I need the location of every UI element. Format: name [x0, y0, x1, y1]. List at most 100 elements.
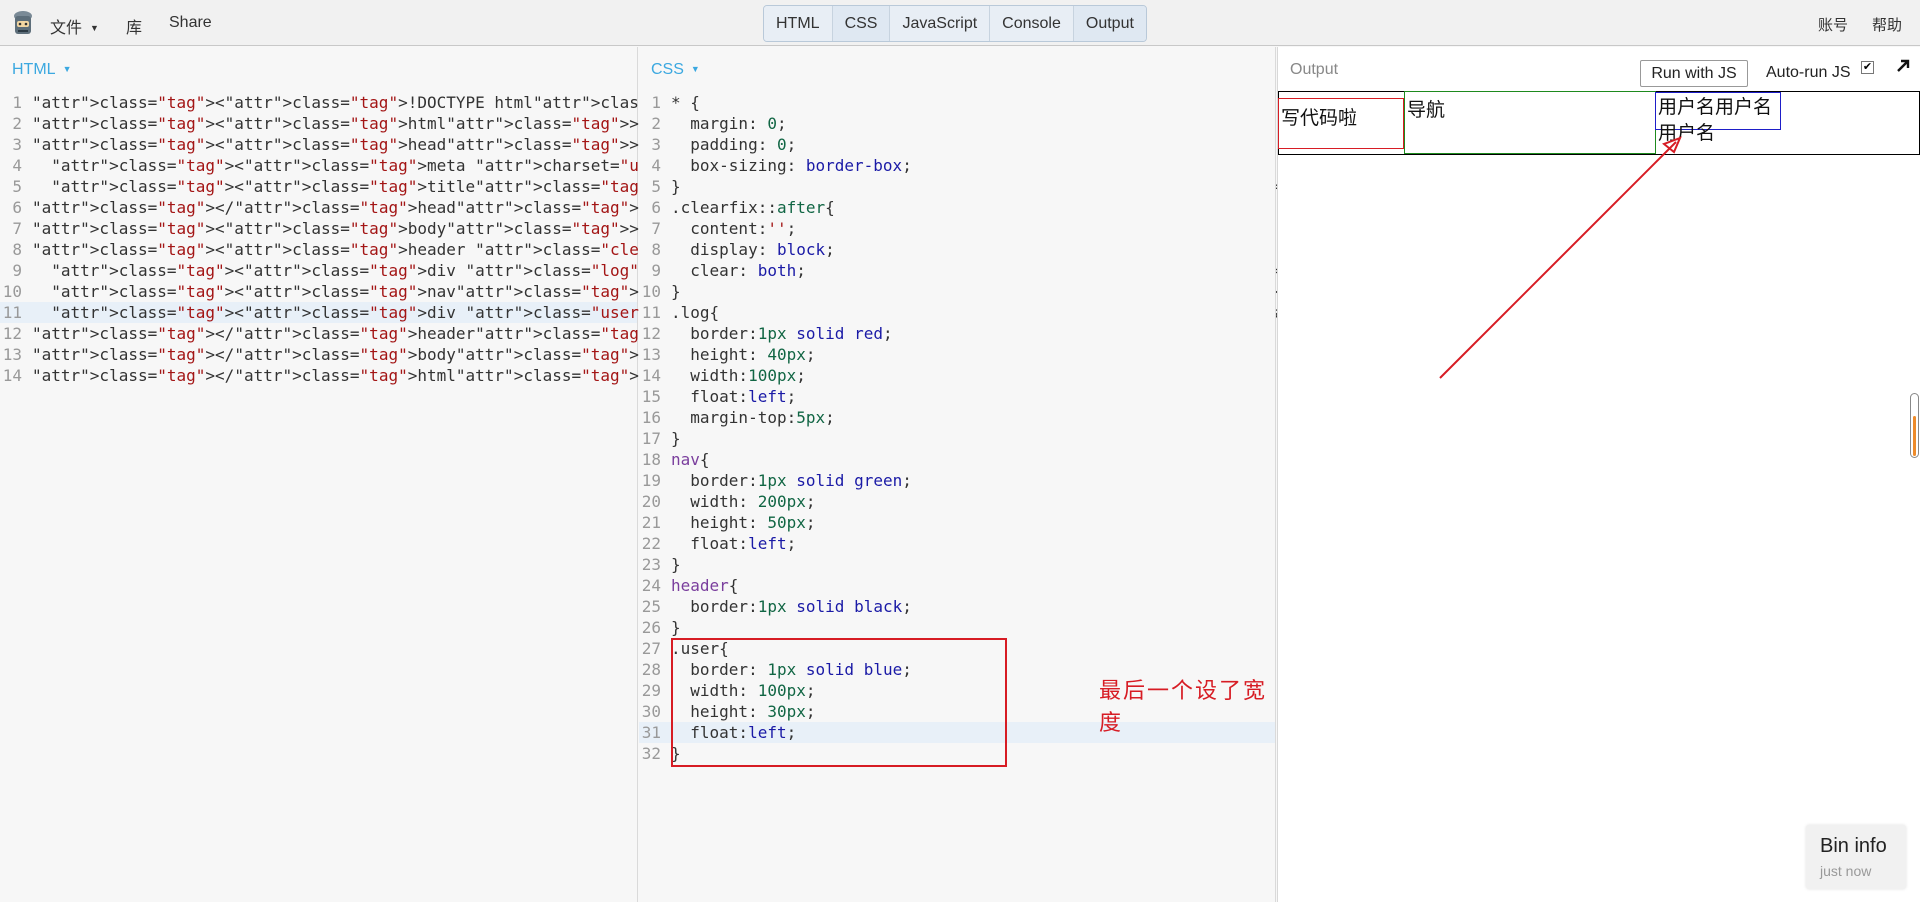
code-text: box-sizing: border-box; — [671, 156, 912, 175]
html-code-line[interactable]: 2 "attr">class="tag"><"attr">class="tag">… — [0, 113, 639, 134]
line-number: 9 — [12, 261, 22, 280]
share-menu[interactable]: Share — [169, 14, 212, 32]
line-number: 32 — [641, 744, 661, 763]
html-code-line[interactable]: 1 "attr">class="tag"><"attr">class="tag">… — [0, 92, 725, 113]
code-text: } — [671, 618, 681, 637]
css-code-line[interactable]: 25 border:1px solid black; — [639, 596, 1275, 617]
scrollbar-indicator — [1913, 416, 1916, 456]
html-code-line[interactable]: 9 "attr">class="tag"><"attr">class="tag"… — [0, 260, 1502, 281]
css-code-line[interactable]: 11 .log{ — [639, 302, 1275, 323]
line-number: 31 — [641, 723, 661, 742]
html-code-line[interactable]: 12 "attr">class="tag"></"attr">class="tag… — [0, 323, 668, 344]
css-code-line[interactable]: 8 display: block; — [639, 239, 1275, 260]
css-code-line[interactable]: 18 nav{ — [639, 449, 1275, 470]
bin-info-subtitle: just now — [1820, 863, 1872, 879]
css-code-line[interactable]: 26} — [639, 617, 1275, 638]
css-code-line[interactable]: 9 clear: both; — [639, 260, 1275, 281]
jsbin-logo-icon[interactable] — [12, 10, 34, 38]
css-code-line[interactable]: 6 .clearfix::after{ — [639, 197, 1275, 218]
tab-html[interactable]: HTML — [764, 6, 833, 41]
line-number: 24 — [641, 576, 661, 595]
css-code-line[interactable]: 16 margin-top:5px; — [639, 407, 1275, 428]
css-code-line[interactable]: 15 float:left; — [639, 386, 1275, 407]
html-code-line[interactable]: 4 "attr">class="tag"><"attr">class="tag"… — [0, 155, 879, 176]
css-code-line[interactable]: 7 content:''; — [639, 218, 1275, 239]
html-code-line[interactable]: 13 "attr">class="tag"></"attr">class="tag… — [0, 344, 649, 365]
html-panel-label[interactable]: HTML ▼ — [12, 61, 71, 79]
code-text: height: 50px; — [671, 513, 816, 532]
help-menu[interactable]: 帮助 — [1872, 14, 1902, 35]
scrollbar-thumb[interactable] — [1910, 393, 1919, 458]
line-number: 26 — [641, 618, 661, 637]
tab-output[interactable]: Output — [1073, 6, 1146, 41]
code-text: content:''; — [671, 219, 797, 238]
css-code-line[interactable]: 23} — [639, 554, 1275, 575]
css-code-line[interactable]: 17} — [639, 428, 1275, 449]
css-code-line[interactable]: 12 border:1px solid red; — [639, 323, 1275, 344]
html-panel: HTML ▼ 1 "attr">class="tag"><"attr">class=… — [0, 47, 1592, 902]
css-code-line[interactable]: 13 height: 40px; — [639, 344, 1275, 365]
css-code-line[interactable]: 22 float:left; — [639, 533, 1275, 554]
css-code-line[interactable]: 21 height: 50px; — [639, 512, 1275, 533]
css-code-line[interactable]: 14 width:100px; — [639, 365, 1275, 386]
code-text: padding: 0; — [671, 135, 797, 154]
html-code-line[interactable]: 11 "attr">class="tag"><"attr">class="tag… — [0, 302, 1592, 323]
css-code-line[interactable]: 5} — [639, 176, 1275, 197]
code-text: float:left; — [671, 387, 797, 406]
html-code-line[interactable]: 6 "attr">class="tag"></"attr">class="tag"… — [0, 197, 648, 218]
line-number: 10 — [641, 282, 661, 301]
line-number: 16 — [641, 408, 661, 427]
line-number: 5 — [12, 177, 22, 196]
html-code-line[interactable]: 8 "attr">class="tag"><"attr">class="tag">… — [0, 239, 889, 260]
html-code-line[interactable]: 7 "attr">class="tag"><"attr">class="tag">… — [0, 218, 639, 239]
code-text: width: 200px; — [671, 492, 816, 511]
code-text: border:1px solid red; — [671, 324, 893, 343]
line-number: 1 — [651, 93, 661, 112]
annotation-note: 最后一个设了宽度 — [1099, 679, 1268, 736]
html-code-editor[interactable]: 1 "attr">class="tag"><"attr">class="tag">… — [0, 92, 1592, 386]
expand-icon[interactable] — [1894, 57, 1912, 75]
output-panel-label: Output — [1290, 61, 1339, 78]
tab-console[interactable]: Console — [990, 6, 1074, 41]
autorun-checkbox[interactable]: ✔ — [1861, 61, 1874, 74]
line-number: 14 — [641, 366, 661, 385]
css-code-line[interactable]: 10} — [639, 281, 1275, 302]
code-text: } — [671, 555, 681, 574]
code-text: "attr">class="tag"></"attr">class="tag">… — [32, 366, 649, 385]
css-code-line[interactable]: 3 padding: 0; — [639, 134, 1275, 155]
line-number: 7 — [12, 219, 22, 238]
css-code-line[interactable]: 20 width: 200px; — [639, 491, 1275, 512]
panel-tabs: HTML CSS JavaScript Console Output — [763, 5, 1147, 42]
bin-info-panel[interactable]: Bin info just now — [1806, 825, 1906, 889]
css-code-line[interactable]: 19 border:1px solid green; — [639, 470, 1275, 491]
tab-css[interactable]: CSS — [832, 6, 891, 41]
html-code-line[interactable]: 5 "attr">class="tag"><"attr">class="tag"… — [0, 176, 1351, 197]
code-text: .log{ — [671, 303, 720, 322]
css-code-line[interactable]: 4 box-sizing: border-box; — [639, 155, 1275, 176]
code-text: "attr">class="tag"><"attr">class="tag">b… — [32, 219, 639, 238]
chevron-down-icon: ▼ — [62, 64, 72, 74]
css-code-line[interactable]: 24 header{ — [639, 575, 1275, 596]
code-text: .clearfix::after{ — [671, 198, 835, 217]
css-code-line[interactable]: 1 * { — [639, 92, 1275, 113]
account-menu[interactable]: 账号 — [1818, 14, 1848, 35]
css-panel-label[interactable]: CSS ▼ — [651, 61, 700, 79]
rendered-user-text: 用户名用户名用户名 — [1658, 97, 1773, 144]
html-code-line[interactable]: 10 "attr">class="tag"><"attr">class="tag… — [0, 281, 1288, 302]
code-text: "attr">class="tag"></"attr">class="tag">… — [32, 198, 649, 217]
line-number: 28 — [641, 660, 661, 679]
line-number: 25 — [641, 597, 661, 616]
line-number: 27 — [641, 639, 661, 658]
code-text: margin-top:5px; — [671, 408, 835, 427]
html-code-line[interactable]: 14 "attr">class="tag"></"attr">class="tag… — [0, 365, 649, 386]
code-text: "attr">class="tag"></"attr">class="tag">… — [32, 345, 649, 364]
css-code-line[interactable]: 2 margin: 0; — [639, 113, 1275, 134]
tab-javascript[interactable]: JavaScript — [890, 6, 991, 41]
file-menu[interactable]: 文件 ▼ — [50, 14, 99, 38]
line-number: 22 — [641, 534, 661, 553]
html-code-line[interactable]: 3 "attr">class="tag"><"attr">class="tag">… — [0, 134, 639, 155]
run-with-js-button[interactable]: Run with JS — [1640, 60, 1748, 87]
line-number: 8 — [12, 240, 22, 259]
library-menu[interactable]: 库 — [126, 14, 142, 38]
code-text: margin: 0; — [671, 114, 787, 133]
